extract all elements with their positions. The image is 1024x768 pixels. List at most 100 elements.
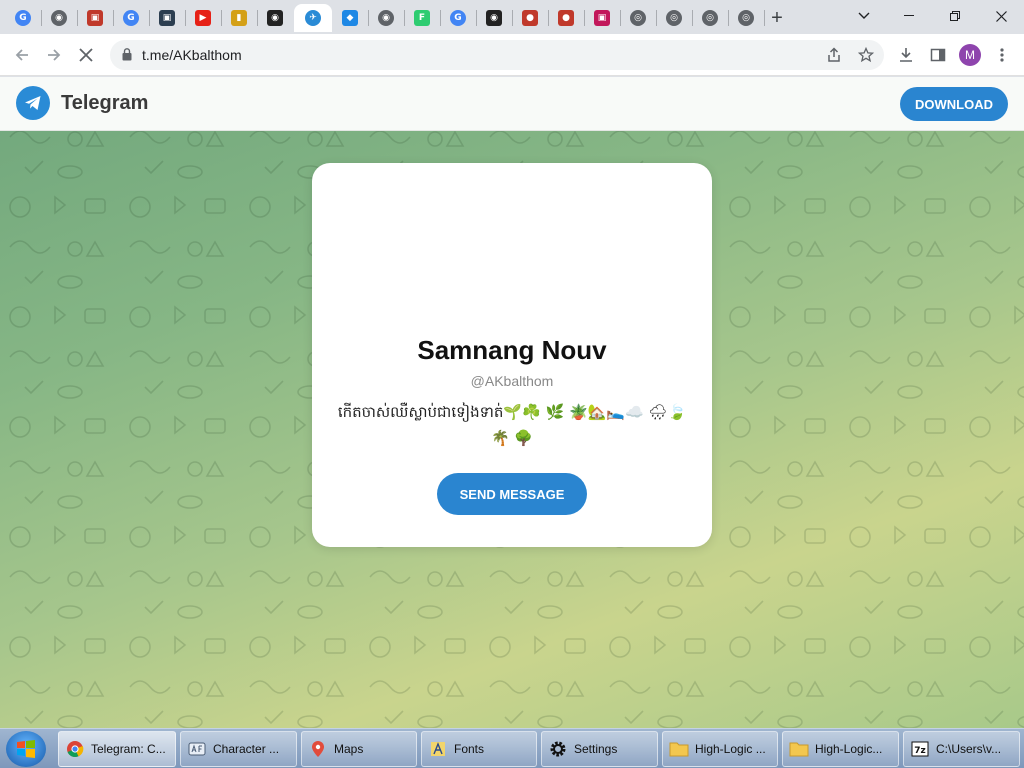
taskbar-item-label: High-Logic ... <box>695 742 766 756</box>
send-message-button[interactable]: SEND MESSAGE <box>437 473 587 515</box>
browser-tab[interactable]: ▮ <box>222 4 256 32</box>
app-icon: ▣ <box>159 10 175 26</box>
telegram-icon: ✈ <box>305 10 321 26</box>
browser-tab[interactable]: G <box>441 4 475 32</box>
taskbar-item-label: Character ... <box>213 742 280 756</box>
taskbar-item[interactable]: Telegram: C... <box>58 731 176 767</box>
minimize-button[interactable] <box>887 2 931 30</box>
character-map-icon <box>187 739 207 759</box>
folder-icon <box>669 739 689 759</box>
tab-search-button[interactable] <box>842 2 886 30</box>
maps-icon <box>308 739 328 759</box>
side-panel-button[interactable] <box>924 41 952 69</box>
browser-tab[interactable]: ◎ <box>657 4 691 32</box>
taskbar-item[interactable]: Fonts <box>421 731 537 767</box>
chrome-icon: ◎ <box>738 10 754 26</box>
taskbar-item[interactable]: Settings <box>541 731 658 767</box>
address-bar[interactable]: t.me/AKbalthom <box>110 40 884 70</box>
browser-tab[interactable]: G <box>114 4 148 32</box>
gear-icon <box>548 739 568 759</box>
browser-tab[interactable]: ◉ <box>258 4 292 32</box>
app-icon: ◉ <box>267 10 283 26</box>
forward-button[interactable] <box>40 41 68 69</box>
start-button[interactable] <box>6 731 46 767</box>
taskbar-item-label: Telegram: C... <box>91 742 166 756</box>
taskbar-item-label: Settings <box>574 742 618 756</box>
bookmark-button[interactable] <box>852 41 880 69</box>
taskbar-item[interactable]: Character ... <box>180 731 297 767</box>
profile-avatar[interactable]: M <box>959 44 981 66</box>
taskbar-item[interactable]: High-Logic ... <box>662 731 778 767</box>
taskbar: Telegram: C... Character ... Maps Fonts Sett… <box>0 728 1024 768</box>
taskbar-item[interactable]: High-Logic... <box>782 731 899 767</box>
globe-icon: ◉ <box>51 10 67 26</box>
more-vert-icon <box>1000 48 1004 62</box>
browser-tab[interactable]: ◎ <box>621 4 655 32</box>
menu-button[interactable] <box>988 41 1016 69</box>
browser-tab[interactable]: F <box>405 4 439 32</box>
browser-toolbar: t.me/AKbalthom M <box>0 34 1024 76</box>
chevron-down-icon <box>858 12 870 19</box>
app-icon: ▮ <box>231 10 247 26</box>
profile-card: Samnang Nouv @AKbalthom កើតចាស់ឈឺស្លាប់ជ… <box>312 163 712 547</box>
browser-tab[interactable]: ◎ <box>729 4 763 32</box>
close-icon <box>995 10 1007 22</box>
browser-tab[interactable]: ● <box>549 4 583 32</box>
taskbar-item-label: C:\Users\v... <box>936 742 1002 756</box>
fonts-icon <box>428 739 448 759</box>
browser-tab[interactable]: ▣ <box>78 4 112 32</box>
app-icon: ▣ <box>87 10 103 26</box>
windows-logo-icon <box>17 740 35 758</box>
stop-loading-button[interactable] <box>72 41 100 69</box>
google-icon: G <box>15 10 31 26</box>
taskbar-item-label: High-Logic... <box>815 742 883 756</box>
share-button[interactable] <box>820 41 848 69</box>
arrow-right-icon <box>48 49 61 61</box>
star-icon <box>858 47 874 63</box>
app-icon: ◉ <box>486 10 502 26</box>
telegram-page: Telegram DOWNLOAD Samnang Nouv @AKbaltho… <box>0 77 1024 728</box>
profile-username: @AKbalthom <box>470 373 554 389</box>
back-button[interactable] <box>8 41 36 69</box>
tab-strip: G ◉ ▣ G ▣ ▶ ▮ ◉ ✈ ◆ ◉ F G ◉ ● ● ▣ ◎ ◎ ◎ ◎ + <box>0 0 1024 34</box>
taskbar-item[interactable]: 7z C:\Users\v... <box>903 731 1020 767</box>
globe-icon: ◉ <box>378 10 394 26</box>
google-icon: G <box>450 10 466 26</box>
download-icon <box>900 48 912 62</box>
google-icon: G <box>123 10 139 26</box>
downloads-button[interactable] <box>892 41 920 69</box>
telegram-brand[interactable]: Telegram <box>61 92 148 115</box>
url-text: t.me/AKbalthom <box>142 47 242 63</box>
telegram-header: Telegram DOWNLOAD <box>0 77 1024 131</box>
restore-button[interactable] <box>933 2 977 30</box>
side-panel-icon <box>930 48 946 62</box>
restore-icon <box>950 11 960 21</box>
arrow-left-icon <box>15 49 28 61</box>
youtube-icon: ▶ <box>195 10 211 26</box>
minimize-icon <box>904 15 914 16</box>
browser-tab[interactable]: ▶ <box>186 4 220 32</box>
browser-tab[interactable]: ◉ <box>42 4 76 32</box>
browser-tab[interactable]: G <box>6 4 40 32</box>
taskbar-item-label: Maps <box>334 742 364 756</box>
browser-tab[interactable]: ◉ <box>477 4 511 32</box>
download-button[interactable]: DOWNLOAD <box>900 87 1008 121</box>
browser-tab[interactable]: ◉ <box>369 4 403 32</box>
profile-name: Samnang Nouv <box>417 335 607 365</box>
browser-tab[interactable]: ▣ <box>150 4 184 32</box>
app-icon: ● <box>558 10 574 26</box>
taskbar-item[interactable]: Maps <box>301 731 417 767</box>
chrome-icon <box>65 739 85 759</box>
new-tab-button[interactable]: + <box>765 6 789 30</box>
browser-tab[interactable]: ● <box>513 4 547 32</box>
close-window-button[interactable] <box>979 2 1023 30</box>
chrome-icon: ◎ <box>666 10 682 26</box>
browser-tab[interactable]: ✈ <box>294 4 332 32</box>
app-icon: F <box>414 10 430 26</box>
taskbar-item-label: Fonts <box>454 742 485 756</box>
app-icon: ▣ <box>594 10 610 26</box>
browser-tab[interactable]: ◆ <box>333 4 367 32</box>
browser-tab[interactable]: ◎ <box>693 4 727 32</box>
browser-tab[interactable]: ▣ <box>585 4 619 32</box>
telegram-logo-icon[interactable] <box>16 86 50 120</box>
